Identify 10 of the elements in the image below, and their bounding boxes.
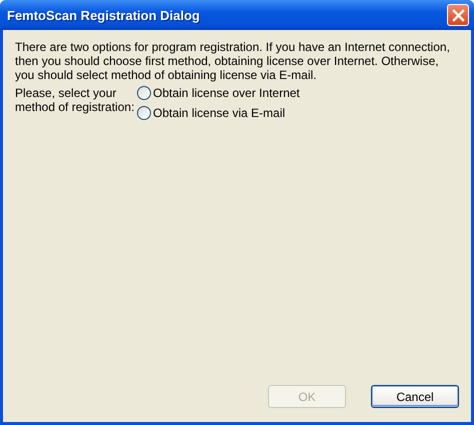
close-icon xyxy=(452,8,464,22)
description-text: There are two options for program registration. If you have an Internet connection, then you should choose first method, obtaining license over Internet. Otherwise, you should select method of obtaining license via E-mail. xyxy=(15,40,451,82)
radio-button[interactable] xyxy=(137,106,151,120)
radio-option[interactable]: Obtain license via E-mail xyxy=(137,106,300,120)
radio-option[interactable]: Obtain license over Internet xyxy=(137,86,300,100)
window-title: FemtoScan Registration Dialog xyxy=(7,8,200,22)
close-button[interactable] xyxy=(447,4,469,26)
method-label: Please, select your method of registration: xyxy=(15,86,136,116)
dialog-button[interactable]: Cancel xyxy=(371,385,459,408)
radio-button[interactable] xyxy=(137,86,151,100)
